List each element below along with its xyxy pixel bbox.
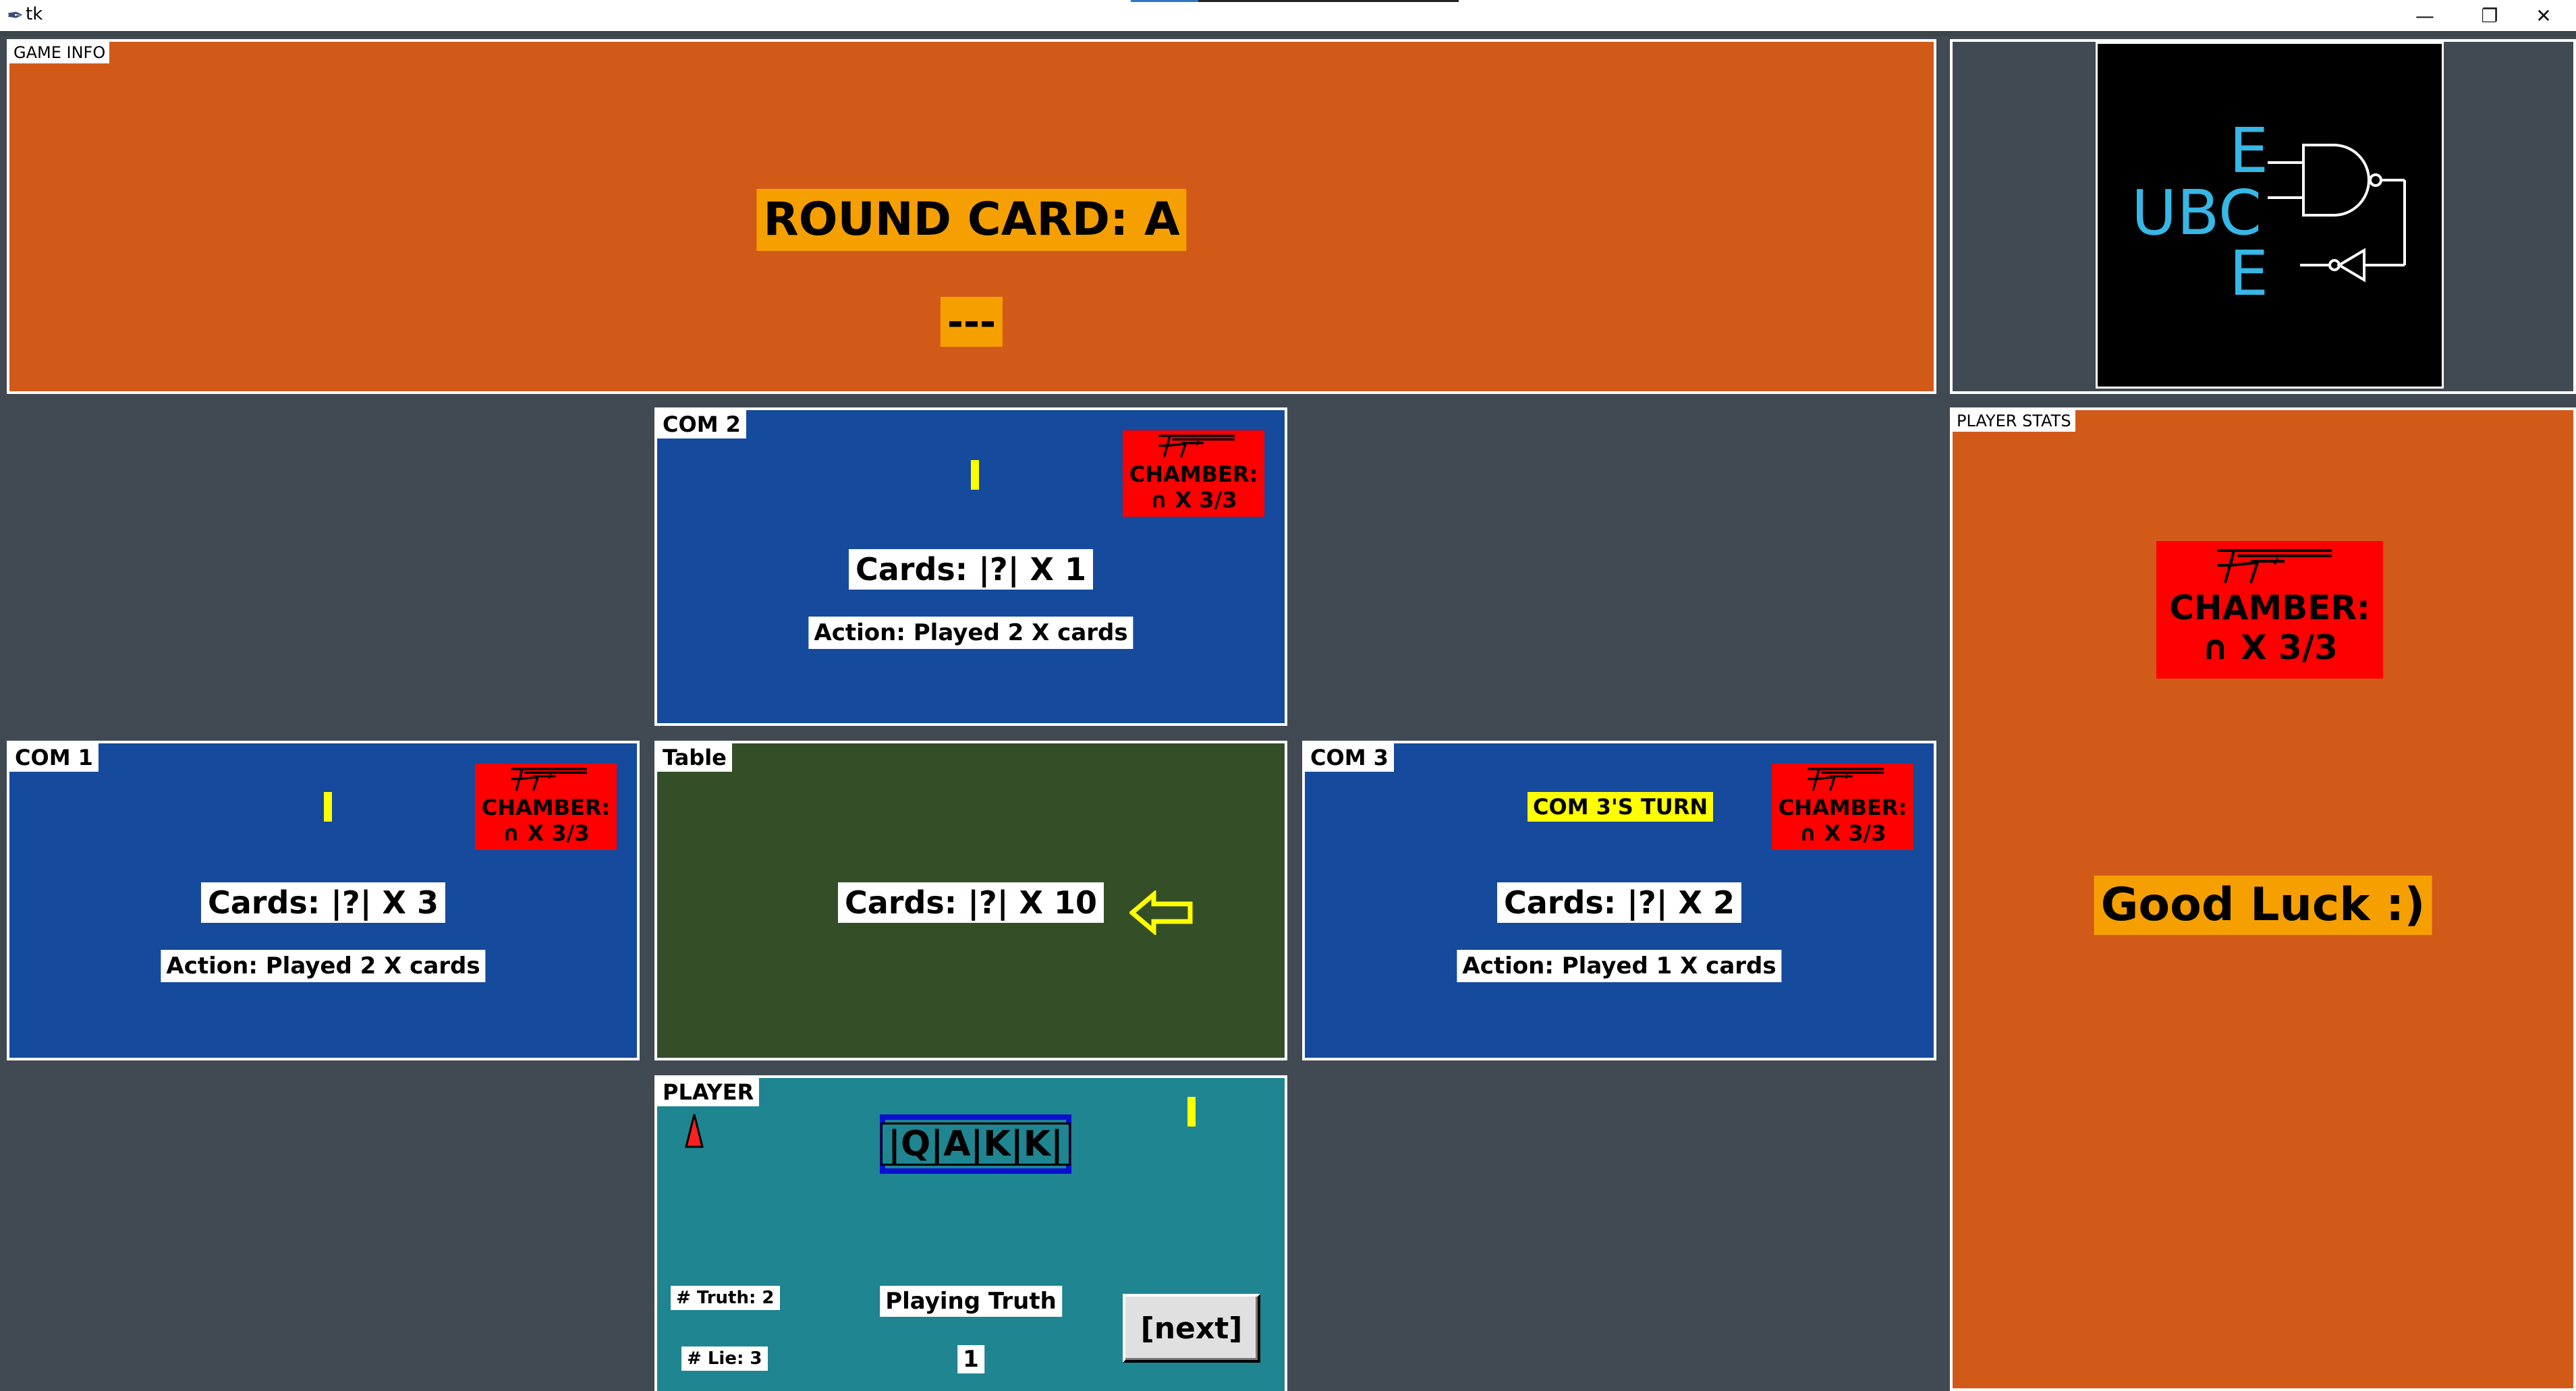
com3-turn-indicator: COM 3'S TURN xyxy=(1528,792,1714,822)
player-indicator xyxy=(1187,1097,1196,1127)
table-cards: Cards: |?| X 10 xyxy=(838,882,1104,923)
com3-label: COM 3 xyxy=(1305,743,1394,772)
com1-action: Action: Played 2 X cards xyxy=(161,950,486,982)
player-chamber-count: ∩ X 3/3 xyxy=(2202,628,2338,667)
next-button[interactable]: [next] xyxy=(1123,1294,1260,1363)
round-card-label: ROUND CARD: A xyxy=(756,189,1187,251)
com3-chamber: CHAMBER: ∩ X 3/3 xyxy=(1772,764,1913,850)
com1-panel: COM 1 CHAMBER: ∩ X 3/3 Cards: |?| X 3 Ac… xyxy=(7,741,640,1060)
com1-cards: Cards: |?| X 3 xyxy=(201,882,445,923)
next-button-label: [next] xyxy=(1140,1311,1243,1346)
revolver-icon xyxy=(511,768,588,791)
revolver-icon xyxy=(1808,768,1884,791)
logo-panel: UBC E E xyxy=(1950,39,2576,394)
com2-indicator xyxy=(971,460,979,490)
revolver-icon xyxy=(2217,549,2332,584)
com1-chamber: CHAMBER: ∩ X 3/3 xyxy=(475,764,617,850)
com3-chamber-count: ∩ X 3/3 xyxy=(1799,820,1886,846)
minimize-button[interactable]: — xyxy=(2392,0,2457,31)
player-hand-cards: |Q|A|K|K| xyxy=(880,1123,1071,1166)
com1-label: COM 1 xyxy=(9,743,99,772)
feather-icon: ✒ xyxy=(7,4,24,28)
ubce-logo: UBC E E xyxy=(2096,42,2444,389)
player-marker-icon xyxy=(685,1114,704,1148)
com1-chamber-title: CHAMBER: xyxy=(481,795,611,820)
player-hand[interactable]: |Q|A|K|K| xyxy=(880,1114,1071,1174)
lie-count: # Lie: 3 xyxy=(681,1346,768,1371)
window-title: tk xyxy=(26,4,43,24)
game-info-label: GAME INFO xyxy=(9,42,110,63)
com2-cards: Cards: |?| X 1 xyxy=(849,549,1093,590)
svg-text:E: E xyxy=(2229,237,2268,310)
player-chamber-title: CHAMBER: xyxy=(2169,588,2370,627)
table-panel: Table Cards: |?| X 10 xyxy=(654,741,1287,1060)
player-panel: PLAYER |Q|A|K|K| # Truth: 2 # Lie: 3 Pla… xyxy=(654,1075,1287,1391)
truth-count: # Truth: 2 xyxy=(671,1286,780,1310)
play-counter: 1 xyxy=(957,1345,984,1373)
com2-label: COM 2 xyxy=(657,410,746,438)
titlebar-divider xyxy=(0,31,2576,36)
player-label: PLAYER xyxy=(657,1078,760,1106)
com2-action: Action: Played 2 X cards xyxy=(808,617,1133,649)
arrow-left-icon xyxy=(1129,890,1193,935)
com2-chamber-count: ∩ X 3/3 xyxy=(1150,487,1237,513)
com3-chamber-title: CHAMBER: xyxy=(1778,795,1907,820)
table-label: Table xyxy=(657,743,732,772)
play-mode-label: Playing Truth xyxy=(880,1286,1062,1317)
com3-panel: COM 3 COM 3'S TURN CHAMBER: ∩ X 3/3 Card… xyxy=(1302,741,1936,1060)
player-stats-label: PLAYER STATS xyxy=(1953,410,2075,432)
com3-action: Action: Played 1 X cards xyxy=(1457,950,1782,982)
com1-chamber-count: ∩ X 3/3 xyxy=(502,820,590,846)
com2-chamber: CHAMBER: ∩ X 3/3 xyxy=(1123,430,1264,517)
game-info-panel: GAME INFO ROUND CARD: A --- xyxy=(7,39,1936,394)
player-message: Good Luck :) xyxy=(2094,876,2432,935)
window-titlebar: ✒ tk — ❐ ✕ xyxy=(0,0,2576,31)
logic-gate-icon: UBC E E xyxy=(2131,115,2406,310)
player-stats-panel: PLAYER STATS CHAMBER: ∩ X 3/3 Good Luck … xyxy=(1950,407,2576,1391)
revolver-icon xyxy=(1158,434,1235,458)
player-chamber: CHAMBER: ∩ X 3/3 xyxy=(2156,541,2383,679)
com1-indicator xyxy=(324,792,332,822)
com3-cards: Cards: |?| X 2 xyxy=(1497,882,1741,923)
close-button[interactable]: ✕ xyxy=(2511,0,2576,31)
svg-text:E: E xyxy=(2229,115,2268,187)
com2-chamber-title: CHAMBER: xyxy=(1129,461,1258,487)
game-status-text: --- xyxy=(940,297,1003,347)
titlebar-progress xyxy=(1131,0,1459,2)
com2-panel: COM 2 CHAMBER: ∩ X 3/3 Cards: |?| X 1 Ac… xyxy=(654,407,1287,726)
